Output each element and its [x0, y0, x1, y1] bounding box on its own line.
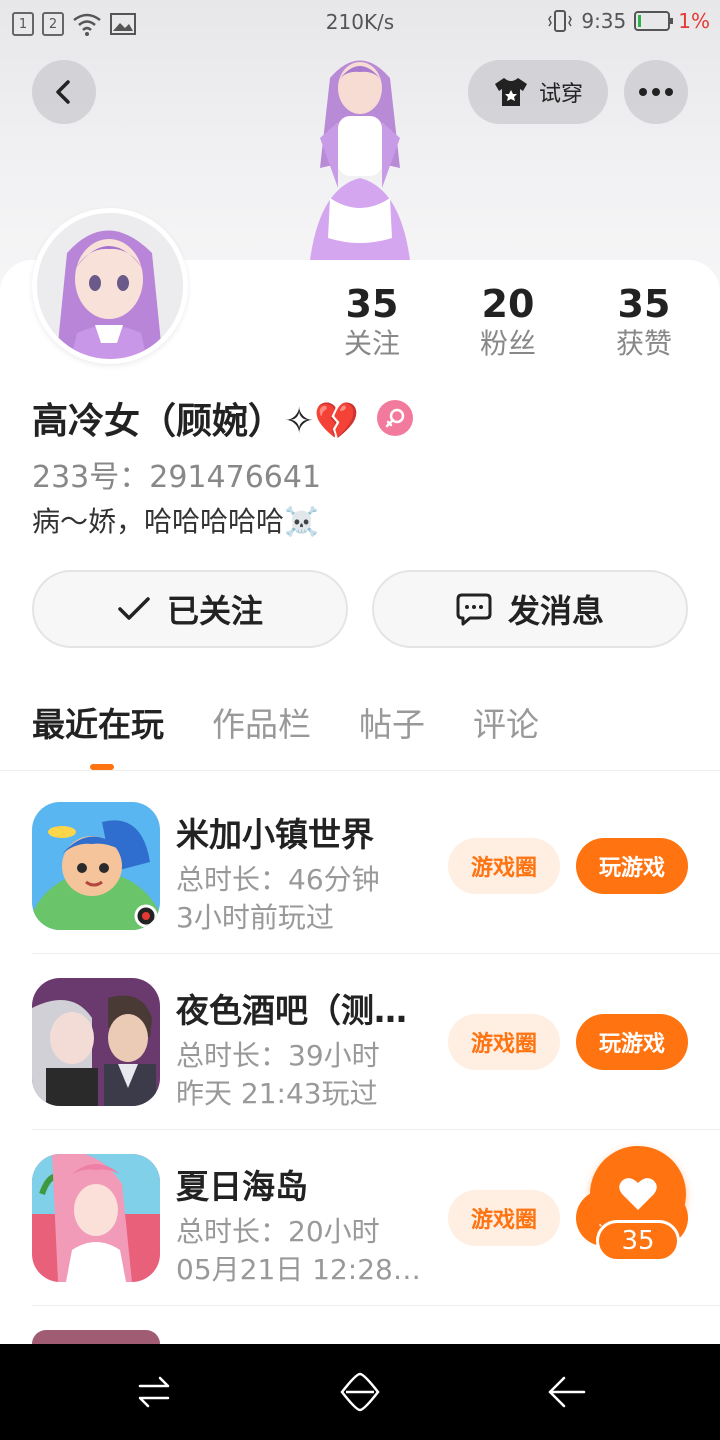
game-list-item[interactable]: 夏日海岛 总时长：20小时 05月21日 12:28玩过 游戏圈 玩游戏: [32, 1130, 720, 1306]
tab-works[interactable]: 作品栏: [212, 690, 311, 760]
female-symbol: [385, 408, 405, 428]
bio: 病～娇，哈哈哈哈哈☠️: [32, 505, 319, 538]
try-on-button[interactable]: 试穿: [468, 60, 608, 124]
status-bar: 1 2 210K/s 9:35 1%: [0, 0, 720, 48]
heart-icon: [619, 1178, 657, 1210]
profile-name-row: 高冷女（顾婉）✧💔: [32, 392, 413, 444]
following-label: 已关注: [166, 592, 263, 630]
avatar[interactable]: [32, 208, 188, 364]
vibrate-icon: [548, 10, 573, 32]
battery-percent: 1%: [678, 9, 710, 33]
avatar-image: [37, 213, 183, 359]
stat-label: 获赞: [615, 327, 672, 360]
game-list-item[interactable]: 米加小镇世界 总时长：46分钟 3小时前玩过 游戏圈 玩游戏: [32, 778, 720, 954]
home-button[interactable]: [336, 1368, 384, 1416]
profile-tabs: 最近在玩 作品栏 帖子 评论: [32, 690, 692, 760]
game-last-played: 昨天 21:43玩过: [176, 1077, 378, 1110]
game-list-item[interactable]: 夜色酒吧（测试版） 总时长：39小时 昨天 21:43玩过 游戏圈 玩游戏: [32, 954, 720, 1130]
tab-comments[interactable]: 评论: [473, 690, 539, 760]
send-message-label: 发消息: [507, 592, 604, 630]
clock: 9:35: [581, 9, 627, 33]
more-button[interactable]: [624, 60, 688, 124]
tab-posts[interactable]: 帖子: [359, 690, 425, 760]
row-divider: [32, 1305, 720, 1306]
game-icon-image: [32, 1154, 160, 1282]
stat-value: 35: [617, 282, 671, 326]
play-game-button[interactable]: 玩游戏: [576, 838, 688, 894]
tabs-divider: [0, 770, 720, 771]
stat-label: 关注: [343, 327, 400, 360]
battery-icon: [634, 11, 674, 31]
game-last-played: 05月21日 12:28玩过: [176, 1253, 436, 1286]
back-nav-button[interactable]: [542, 1368, 590, 1416]
back-arrow-icon: [56, 80, 70, 104]
chat-bubble-icon: [456, 593, 492, 626]
game-icon-miga-town[interactable]: [32, 802, 160, 930]
game-circle-button[interactable]: 游戏圈: [448, 1190, 560, 1246]
stat-followers[interactable]: 20 粉丝: [448, 282, 568, 362]
following-button[interactable]: 已关注: [32, 570, 348, 648]
more-dots-icon: [639, 88, 673, 96]
game-title: 夏日海岛: [176, 1167, 308, 1206]
game-duration: 总时长：46分钟: [176, 863, 380, 896]
profile-name: 高冷女（顾婉）✧💔: [32, 401, 359, 442]
user-id: 233号：291476641: [32, 460, 322, 495]
game-duration: 总时长：39小时: [176, 1039, 380, 1072]
system-nav-bar: [0, 1344, 720, 1440]
game-icon-image: [32, 802, 160, 930]
home-diamond-icon: [340, 1372, 380, 1412]
banner-avatar-figure: [310, 60, 410, 260]
stat-label: 粉丝: [479, 327, 536, 360]
try-on-label: 试穿: [538, 82, 583, 107]
female-gender-icon: [377, 400, 413, 436]
game-circle-button[interactable]: 游戏圈: [448, 1014, 560, 1070]
game-title: 米加小镇世界: [176, 815, 374, 854]
game-icon-night-bar[interactable]: [32, 978, 160, 1106]
back-button[interactable]: [32, 60, 96, 124]
checkmark-icon: [118, 597, 150, 620]
switch-arrows-icon: [138, 1376, 170, 1408]
game-circle-button[interactable]: 游戏圈: [448, 838, 560, 894]
like-count-badge: 35: [596, 1220, 680, 1262]
game-duration: 总时长：20小时: [176, 1215, 380, 1248]
stat-value: 20: [481, 282, 535, 326]
game-title: 夜色酒吧（测试版）: [176, 991, 426, 1030]
tab-recently-played[interactable]: 最近在玩: [32, 690, 164, 760]
game-list-item-partial[interactable]: [32, 1330, 160, 1344]
stat-value: 35: [345, 282, 399, 326]
stat-following[interactable]: 35 关注: [312, 282, 432, 362]
recent-apps-button[interactable]: [130, 1368, 178, 1416]
back-nav-icon: [548, 1376, 586, 1408]
send-message-button[interactable]: 发消息: [372, 570, 688, 648]
tshirt-icon: [494, 78, 527, 106]
game-last-played: 3小时前玩过: [176, 901, 334, 934]
game-icon-image: [32, 978, 160, 1106]
play-game-button[interactable]: 玩游戏: [576, 1014, 688, 1070]
game-icon-summer-island[interactable]: [32, 1154, 160, 1282]
stat-likes[interactable]: 35 获赞: [584, 282, 704, 362]
